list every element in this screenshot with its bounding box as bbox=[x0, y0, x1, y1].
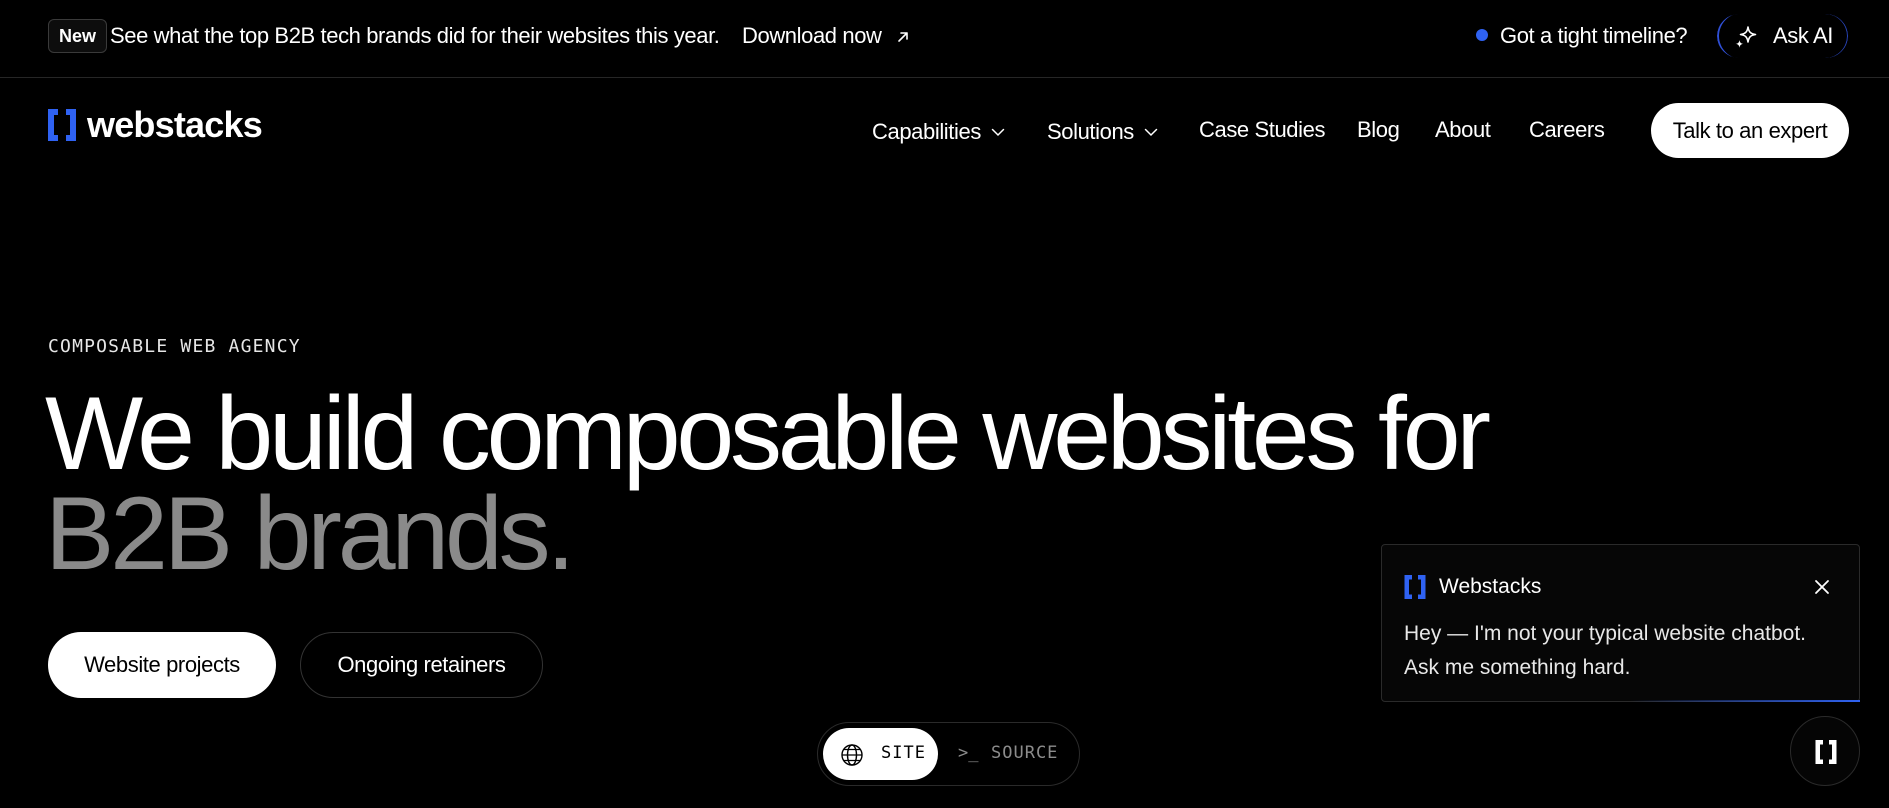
webstacks-logo[interactable]: webstacks bbox=[48, 104, 263, 145]
chat-title: Webstacks bbox=[1439, 575, 1542, 598]
new-badge: New bbox=[48, 19, 108, 53]
nav-solutions[interactable]: Solutions bbox=[1047, 116, 1158, 146]
arrow-up-right-icon bbox=[896, 23, 910, 51]
site-label: SITE bbox=[881, 743, 926, 763]
nav-label: Capabilities bbox=[872, 119, 981, 144]
site-source-toggle: SITE >_ SOURCE bbox=[817, 722, 1080, 786]
ongoing-retainers-button[interactable]: Ongoing retainers bbox=[300, 632, 543, 698]
source-toggle-option[interactable]: >_ SOURCE bbox=[958, 728, 1073, 780]
bracket-logo-icon bbox=[48, 109, 76, 141]
nav-blog[interactable]: Blog bbox=[1357, 116, 1400, 144]
globe-icon bbox=[841, 744, 863, 766]
chevron-down-icon bbox=[1144, 116, 1158, 144]
hero-eyebrow: COMPOSABLE WEB AGENCY bbox=[48, 336, 301, 357]
website-projects-button[interactable]: Website projects bbox=[48, 632, 276, 698]
bracket-logo-icon bbox=[1404, 575, 1426, 599]
terminal-prompt-icon: >_ bbox=[958, 743, 979, 763]
nav-case-studies[interactable]: Case Studies bbox=[1199, 116, 1325, 144]
chevron-down-icon bbox=[991, 116, 1005, 144]
ask-ai-label: Ask AI bbox=[1773, 23, 1833, 48]
headline-line-2: B2B brands. bbox=[45, 476, 575, 592]
download-now-link[interactable]: Download now bbox=[742, 22, 910, 51]
headline-line-1: We build composable websites for bbox=[45, 376, 1491, 492]
hero-headline: We build composable websites for B2B bra… bbox=[45, 376, 1491, 592]
nav-about[interactable]: About bbox=[1435, 116, 1491, 144]
logo-wordmark: webstacks bbox=[87, 104, 263, 145]
chatbot-popup: Webstacks Hey — I'm not your typical web… bbox=[1381, 544, 1860, 702]
announcement-bar: New See what the top B2B tech brands did… bbox=[0, 0, 1889, 78]
tight-timeline-label: Got a tight timeline? bbox=[1500, 23, 1688, 48]
nav-label: Solutions bbox=[1047, 119, 1134, 144]
nav-careers[interactable]: Careers bbox=[1529, 116, 1605, 144]
nav-capabilities[interactable]: Capabilities bbox=[872, 116, 1005, 146]
announcement-text: See what the top B2B tech brands did for… bbox=[110, 23, 720, 48]
talk-to-expert-button[interactable]: Talk to an expert bbox=[1651, 103, 1849, 158]
download-now-label: Download now bbox=[742, 23, 882, 48]
bracket-logo-icon bbox=[1815, 740, 1837, 764]
ask-ai-button[interactable]: Ask AI bbox=[1716, 13, 1849, 59]
page: New See what the top B2B tech brands did… bbox=[0, 0, 1889, 808]
source-label: SOURCE bbox=[991, 743, 1059, 763]
tight-timeline-link[interactable]: Got a tight timeline? bbox=[1476, 22, 1688, 50]
sparkle-icon bbox=[1735, 26, 1757, 48]
close-icon[interactable] bbox=[1810, 575, 1834, 599]
site-toggle-option[interactable]: SITE bbox=[823, 728, 938, 780]
chat-message: Hey — I'm not your typical website chatb… bbox=[1404, 622, 1807, 679]
status-dot bbox=[1476, 29, 1488, 41]
chat-launcher-button[interactable] bbox=[1790, 716, 1860, 786]
